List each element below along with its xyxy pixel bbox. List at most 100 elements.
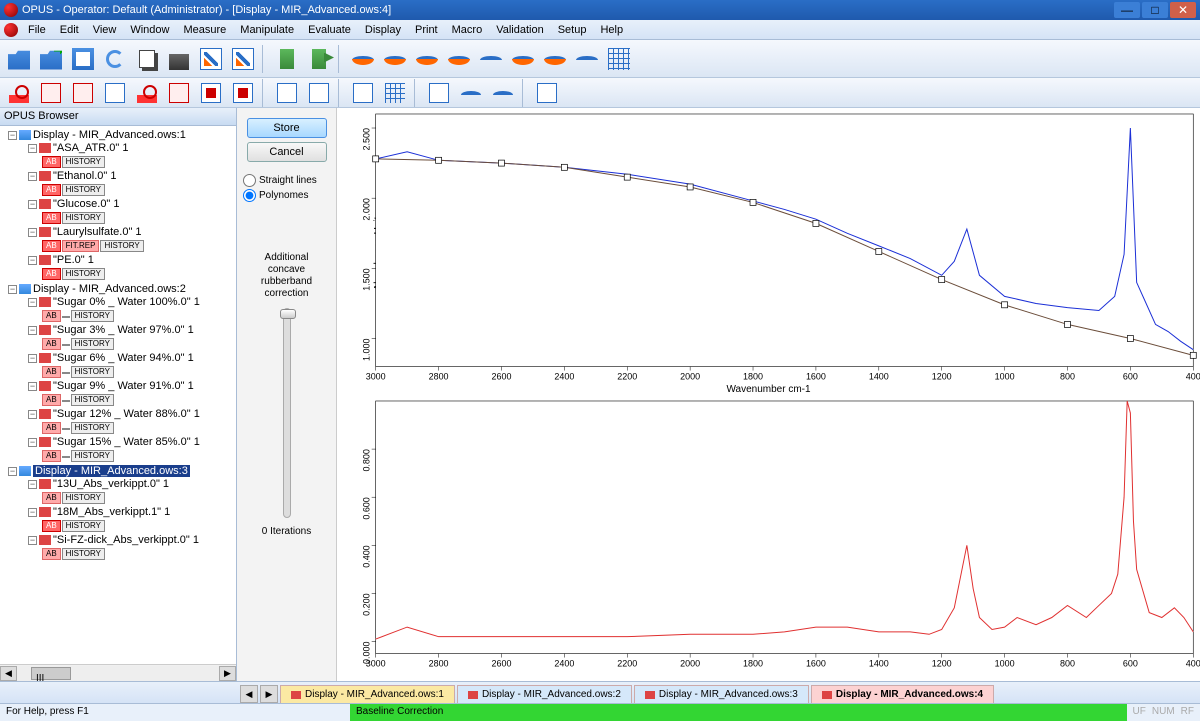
- scroll-thumb[interactable]: III: [31, 667, 71, 680]
- maximize-button[interactable]: □: [1142, 2, 1168, 18]
- table-icon[interactable]: [604, 44, 634, 74]
- tree-workspace-selected[interactable]: Display - MIR_Advanced.ows:3: [33, 465, 190, 477]
- wave-tool-4-icon[interactable]: [572, 44, 602, 74]
- menu-manipulate[interactable]: Manipulate: [234, 22, 300, 38]
- svg-text:2400: 2400: [554, 658, 574, 668]
- tree-item[interactable]: "ASA_ATR.0" 1: [53, 142, 128, 154]
- svg-text:2.500: 2.500: [362, 128, 372, 150]
- tree-hscroll[interactable]: ◀ III ▶: [0, 664, 236, 681]
- tab-ws4-active[interactable]: Display - MIR_Advanced.ows:4: [811, 685, 994, 703]
- peak-tool-3-icon[interactable]: [412, 44, 442, 74]
- svg-text:800: 800: [1060, 658, 1075, 668]
- svg-text:3000: 3000: [366, 658, 386, 668]
- title-bar: OPUS - Operator: Default (Administrator)…: [0, 0, 1200, 20]
- open-file-arrow-icon[interactable]: [36, 44, 66, 74]
- window-title: OPUS - Operator: Default (Administrator)…: [22, 4, 1114, 16]
- svg-text:400: 400: [1186, 658, 1200, 668]
- analyze-5-icon[interactable]: [132, 81, 162, 105]
- analyze-6-icon[interactable]: [164, 81, 194, 105]
- chart-edit-icon[interactable]: [228, 44, 258, 74]
- wave-tool-1-icon[interactable]: [476, 44, 506, 74]
- tree-item[interactable]: "Sugar 9% _ Water 91%.0" 1: [53, 380, 194, 392]
- copy-icon[interactable]: [132, 44, 162, 74]
- tree-item[interactable]: "Si-FZ-dick_Abs_verkippt.0" 1: [53, 534, 199, 546]
- save-icon[interactable]: [68, 44, 98, 74]
- file-tree[interactable]: −Display - MIR_Advanced.ows:1 −"ASA_ATR.…: [0, 126, 236, 664]
- svg-text:1.000: 1.000: [362, 338, 372, 360]
- chart-settings-icon[interactable]: [196, 44, 226, 74]
- spectrum-chart-top[interactable]: Absorbance Units Wavenumber cm-1 1.0001.…: [337, 108, 1200, 395]
- menu-macro[interactable]: Macro: [446, 22, 489, 38]
- menu-window[interactable]: Window: [124, 22, 175, 38]
- analyze-7-icon[interactable]: [196, 81, 226, 105]
- measure-run-icon[interactable]: [304, 44, 334, 74]
- cancel-button[interactable]: Cancel: [247, 142, 327, 162]
- scroll-left-icon[interactable]: ◀: [0, 666, 17, 681]
- tree-item[interactable]: "Sugar 3% _ Water 97%.0" 1: [53, 324, 194, 336]
- svg-text:2600: 2600: [491, 372, 511, 382]
- peak-tool-2-icon[interactable]: [380, 44, 410, 74]
- display-2-icon[interactable]: [304, 81, 334, 105]
- close-button[interactable]: ✕: [1170, 2, 1196, 18]
- menu-validation[interactable]: Validation: [490, 22, 550, 38]
- menu-print[interactable]: Print: [409, 22, 444, 38]
- slider-handle[interactable]: [280, 309, 296, 319]
- open-file-icon[interactable]: [4, 44, 34, 74]
- wave-tool-3-icon[interactable]: [540, 44, 570, 74]
- peak-tool-4-icon[interactable]: [444, 44, 474, 74]
- wave-tool-2-icon[interactable]: [508, 44, 538, 74]
- print-icon[interactable]: [164, 44, 194, 74]
- store-button[interactable]: Store: [247, 118, 327, 138]
- tree-item[interactable]: "Sugar 0% _ Water 100%.0" 1: [53, 296, 200, 308]
- menu-setup[interactable]: Setup: [552, 22, 593, 38]
- scroll-right-icon[interactable]: ▶: [219, 666, 236, 681]
- undo-icon[interactable]: [100, 44, 130, 74]
- tree-item[interactable]: "Sugar 12% _ Water 88%.0" 1: [53, 408, 200, 420]
- menu-file[interactable]: File: [22, 22, 52, 38]
- tab-ws2[interactable]: Display - MIR_Advanced.ows:2: [457, 685, 632, 703]
- minimize-button[interactable]: —: [1114, 2, 1140, 18]
- tab-scroll-left-icon[interactable]: ◀: [240, 685, 258, 703]
- report-icon[interactable]: [532, 81, 562, 105]
- tree-item[interactable]: "13U_Abs_verkippt.0" 1: [53, 478, 169, 490]
- radio-straight[interactable]: Straight lines: [243, 174, 317, 187]
- menu-help[interactable]: Help: [594, 22, 629, 38]
- tab-ws3[interactable]: Display - MIR_Advanced.ows:3: [634, 685, 809, 703]
- tree-item[interactable]: "Glucose.0" 1: [53, 198, 120, 210]
- svg-text:1600: 1600: [806, 372, 826, 382]
- analyze-3-icon[interactable]: [68, 81, 98, 105]
- menu-evaluate[interactable]: Evaluate: [302, 22, 357, 38]
- cursor-3-icon[interactable]: [488, 81, 518, 105]
- cursor-2-icon[interactable]: [456, 81, 486, 105]
- measure-icon[interactable]: [272, 44, 302, 74]
- tree-item[interactable]: "PE.0" 1: [53, 254, 94, 266]
- tab-scroll-right-icon[interactable]: ▶: [260, 685, 278, 703]
- cursor-1-icon[interactable]: [424, 81, 454, 105]
- spectrum-chart-bottom[interactable]: 0.0000.2000.4000.6000.800300028002600240…: [337, 395, 1200, 682]
- tree-item[interactable]: "Sugar 15% _ Water 85%.0" 1: [53, 436, 200, 448]
- tree-workspace[interactable]: Display - MIR_Advanced.ows:2: [33, 283, 186, 295]
- analyze-4-icon[interactable]: [100, 81, 130, 105]
- radio-polynomes[interactable]: Polynomes: [243, 189, 317, 202]
- menu-edit[interactable]: Edit: [54, 22, 85, 38]
- display-1-icon[interactable]: [272, 81, 302, 105]
- analyze-1-icon[interactable]: [4, 81, 34, 105]
- display-4-icon[interactable]: [380, 81, 410, 105]
- iterations-label: 0 Iterations: [262, 526, 311, 537]
- tree-item[interactable]: "18M_Abs_verkippt.1" 1: [53, 506, 170, 518]
- analyze-2-icon[interactable]: [36, 81, 66, 105]
- tab-ws1[interactable]: Display - MIR_Advanced.ows:1: [280, 685, 455, 703]
- menu-display[interactable]: Display: [359, 22, 407, 38]
- toolbar-secondary: [0, 78, 1200, 108]
- peak-tool-1-icon[interactable]: [348, 44, 378, 74]
- svg-text:0.800: 0.800: [362, 449, 372, 471]
- tree-workspace[interactable]: Display - MIR_Advanced.ows:1: [33, 129, 186, 141]
- analyze-8-icon[interactable]: [228, 81, 258, 105]
- menu-measure[interactable]: Measure: [177, 22, 232, 38]
- tree-item[interactable]: "Ethanol.0" 1: [53, 170, 116, 182]
- tree-item[interactable]: "Laurylsulfate.0" 1: [53, 226, 142, 238]
- menu-view[interactable]: View: [87, 22, 123, 38]
- tree-item[interactable]: "Sugar 6% _ Water 94%.0" 1: [53, 352, 194, 364]
- concave-slider[interactable]: [283, 308, 291, 518]
- display-3-icon[interactable]: [348, 81, 378, 105]
